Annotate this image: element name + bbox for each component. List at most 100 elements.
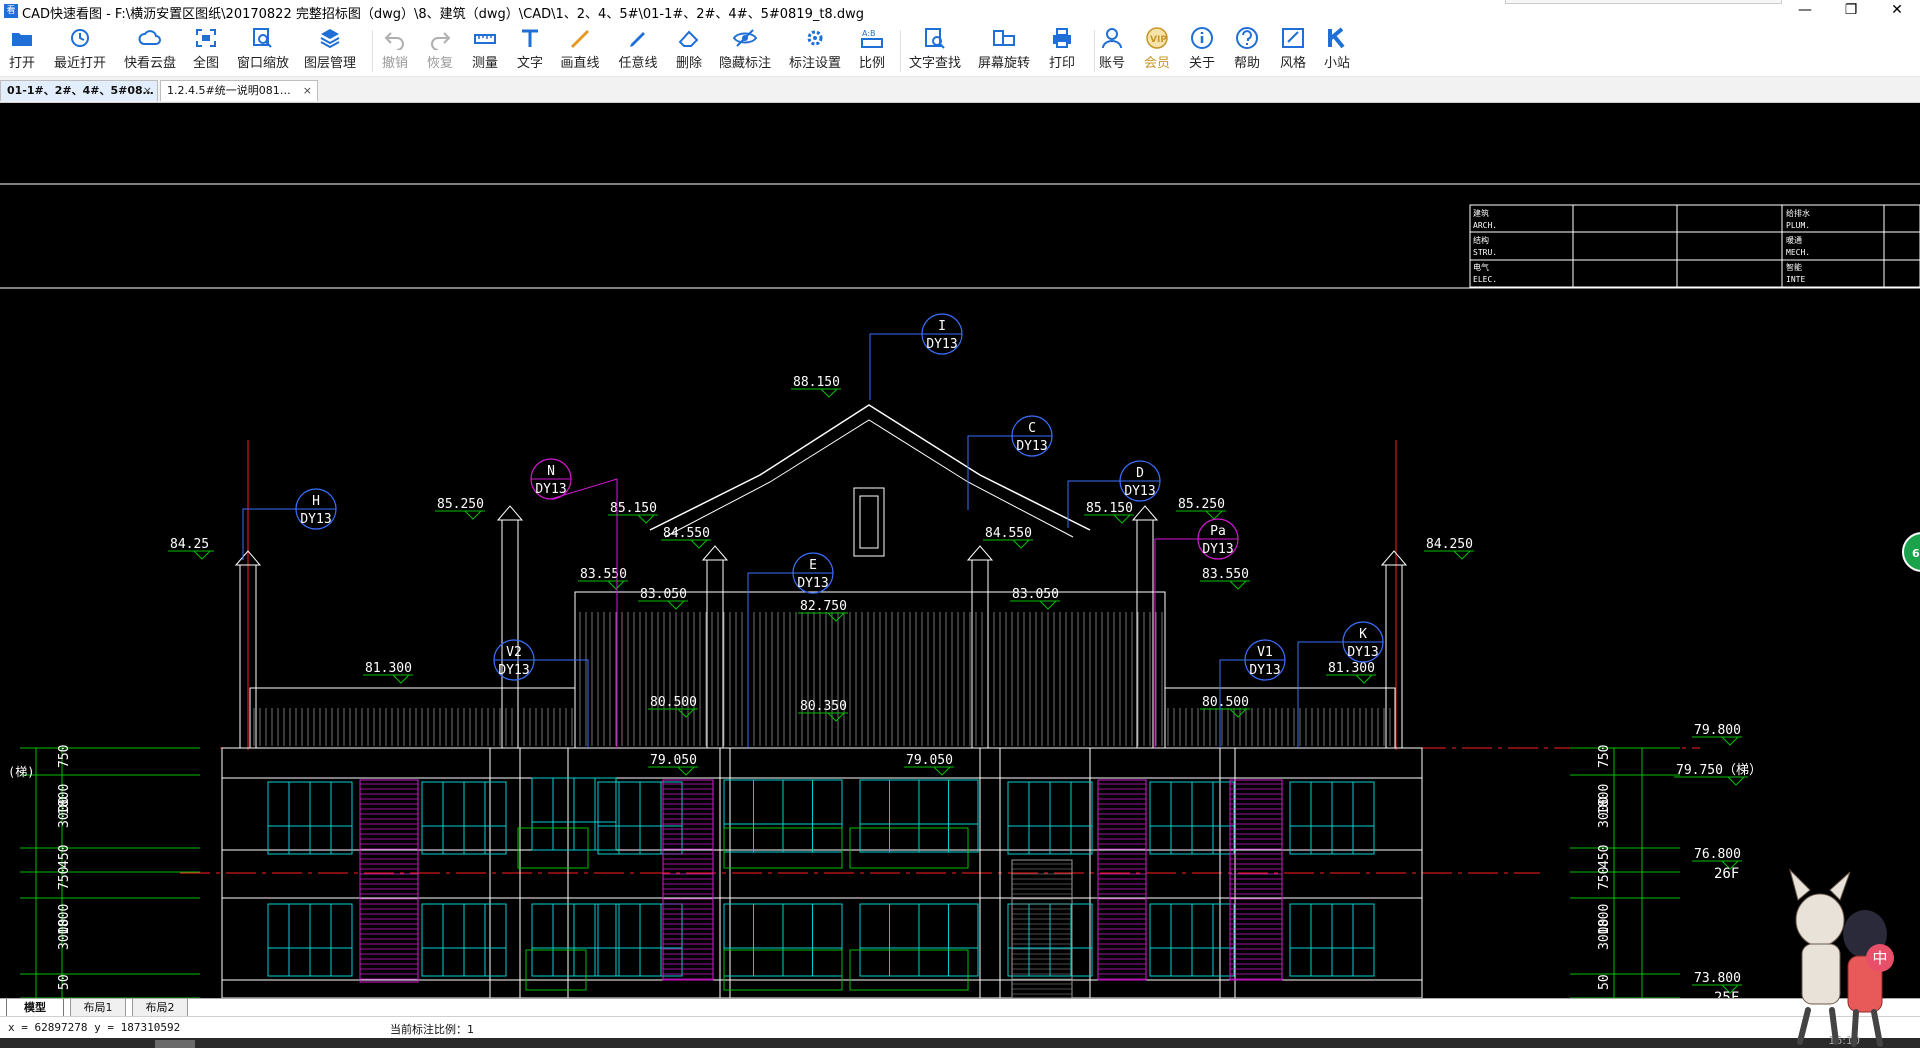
style-icon [1282,28,1304,48]
toolbar-style-label: 风格 [1279,56,1306,71]
elevation-marker [193,550,211,560]
toolbar-freeline-button[interactable]: 任意线 [613,26,663,74]
toolbar-marksettings-button[interactable]: 标注设置 [784,26,846,74]
tab-close-icon[interactable]: × [303,81,312,101]
scrollbar-thumb[interactable] [155,1040,195,1048]
toolbar-erase-button[interactable]: 删除 [669,26,709,74]
elevation-marker [690,539,708,549]
toolbar-erase-label: 删除 [675,56,702,71]
desktop-mascot-image[interactable] [1770,860,1920,1048]
callout-code: DY13 [1202,542,1233,557]
title-block-sub: ARCH. [1473,221,1497,230]
dimension-label: 750 [1597,745,1612,768]
elevation-label: 84.550 [663,526,710,541]
toolbar-undo-label: 撤销 [381,56,408,71]
tab-document-main[interactable]: 01-1#、2#、4#、5#08… × [0,80,158,101]
title-block-sub: MECH. [1786,248,1810,257]
elevation-marker [1012,539,1030,549]
toolbar-cloud-button[interactable]: 快看云盘 [121,26,179,74]
tab-model[interactable]: 模型 [6,999,64,1017]
toolbar-zoomwin-button[interactable]: 窗口缩放 [235,26,291,74]
toolbar-recent-button[interactable]: 最近打开 [51,26,109,74]
elevation-label: 85.150 [1086,501,1133,516]
toolbar-hidemark-button[interactable]: 隐藏标注 [716,26,774,74]
toolbar-separator [372,30,373,72]
title-block-label: 给排水 [1786,208,1810,218]
cad-drawing-canvas[interactable]: 建筑 ARCH. 结构 STRU. 电气 ELEC. 给排水 PLUM. 暖通 MECH. 智能 IN… [0,103,1920,998]
annotation-scale: 当前标注比例：1 [390,1023,474,1036]
minimize-button[interactable]: — [1782,0,1828,22]
tab-layout-1[interactable]: 布局1 [70,999,126,1017]
maximize-button[interactable]: ❐ [1828,0,1874,22]
undo-icon [384,32,404,50]
toolbar-textsearch-button[interactable]: 文字查找 [903,26,967,74]
toolbar-account-button[interactable]: 账号 [1092,26,1132,74]
elevation-marker [1229,708,1247,718]
zoom-window-icon [253,28,272,48]
toolbar-ratio-button[interactable]: A:B 比例 [852,26,892,74]
tab-document-notes[interactable]: 1.2.4.5#统一说明081… × [160,80,318,101]
title-block-label: 电气 [1473,262,1489,272]
callout-letter: H [312,494,320,509]
callout-code: DY13 [926,337,957,352]
toolbar-redo-button[interactable]: 恢复 [420,26,460,74]
ime-indicator[interactable]: 中 [1866,944,1894,972]
close-button[interactable]: ✕ [1874,0,1920,22]
fullscreen-icon [196,29,216,47]
toolbar-measure-button[interactable]: 测量 [465,26,505,74]
callout-leader [242,508,296,560]
elevation-marker [637,514,655,524]
toolbar-style-button[interactable]: 风格 [1273,26,1313,74]
tab-layout-2[interactable]: 布局2 [132,999,188,1017]
elevation-marker [827,712,845,722]
toolbar-vip-label: 会员 [1143,56,1170,71]
toolbar-station-button[interactable]: 小站 [1317,26,1357,74]
toolbar-rotate-button[interactable]: 屏幕旋转 [972,26,1036,74]
toolbar-separator [1094,30,1095,72]
elevation-label: 84.250 [1426,537,1473,552]
elevation-label: 79.050 [906,753,953,768]
redo-icon [431,32,451,50]
text-icon [522,29,538,47]
toolbar-print-button[interactable]: 打印 [1040,26,1084,74]
toolbar-freeline-label: 任意线 [618,56,658,71]
callout-letter: C [1028,421,1036,436]
toolbar-vip-button[interactable]: VIP 会员 [1137,26,1177,74]
toolbar-text-button[interactable]: 文字 [510,26,550,74]
callout-leader [967,435,1012,510]
tab-close-icon[interactable]: × [143,81,152,101]
elevation-marker [933,766,951,776]
toolbar-help-button[interactable]: 帮助 [1227,26,1267,74]
dimension-label: 450 [57,845,72,868]
toolbar-open-button[interactable]: 打开 [2,26,42,74]
column [1385,564,1403,749]
toolbar-undo-button[interactable]: 撤销 [375,26,415,74]
callout-letter: V1 [1257,645,1273,660]
toolbar-station-label: 小站 [1323,56,1350,71]
toolbar-layers-button[interactable]: 图层管理 [299,26,361,74]
title-block-label: 智能 [1786,262,1802,272]
dimension-label: 750 [57,867,72,890]
elevation-marker [1721,736,1739,746]
balcony-rail [849,827,969,869]
elevation-marker [1453,550,1471,560]
toolbar-textsearch-label: 文字查找 [908,56,961,71]
layout-tab-bar: 模型 布局1 布局2 [0,998,1920,1017]
callout-letter: V2 [506,645,522,660]
toolbar-line-button[interactable]: 画直线 [555,26,605,74]
elevation-marker [1229,580,1247,590]
title-block [1469,204,1920,288]
elevation-marker [820,388,838,398]
dimension-label: 750 [57,745,72,768]
cad-elevation-drawing[interactable]: 建筑ARCH.结构STRU.电气ELEC.给排水PLUM.暖通MECH.智能IN… [0,103,1920,998]
elevation-label: 84.550 [985,526,1032,541]
k-logo-icon [1328,27,1345,49]
elevation-label: 83.550 [580,567,627,582]
toolbar-about-button[interactable]: 关于 [1182,26,1222,74]
dimension-label: 3000 [1597,797,1612,828]
roof-ornament [853,487,885,557]
elevation-label: 83.050 [1012,587,1059,602]
stair-label: (梯) [8,765,34,779]
elevation-label: 83.550 [1202,567,1249,582]
toolbar-fullview-button[interactable]: 全图 [184,26,228,74]
